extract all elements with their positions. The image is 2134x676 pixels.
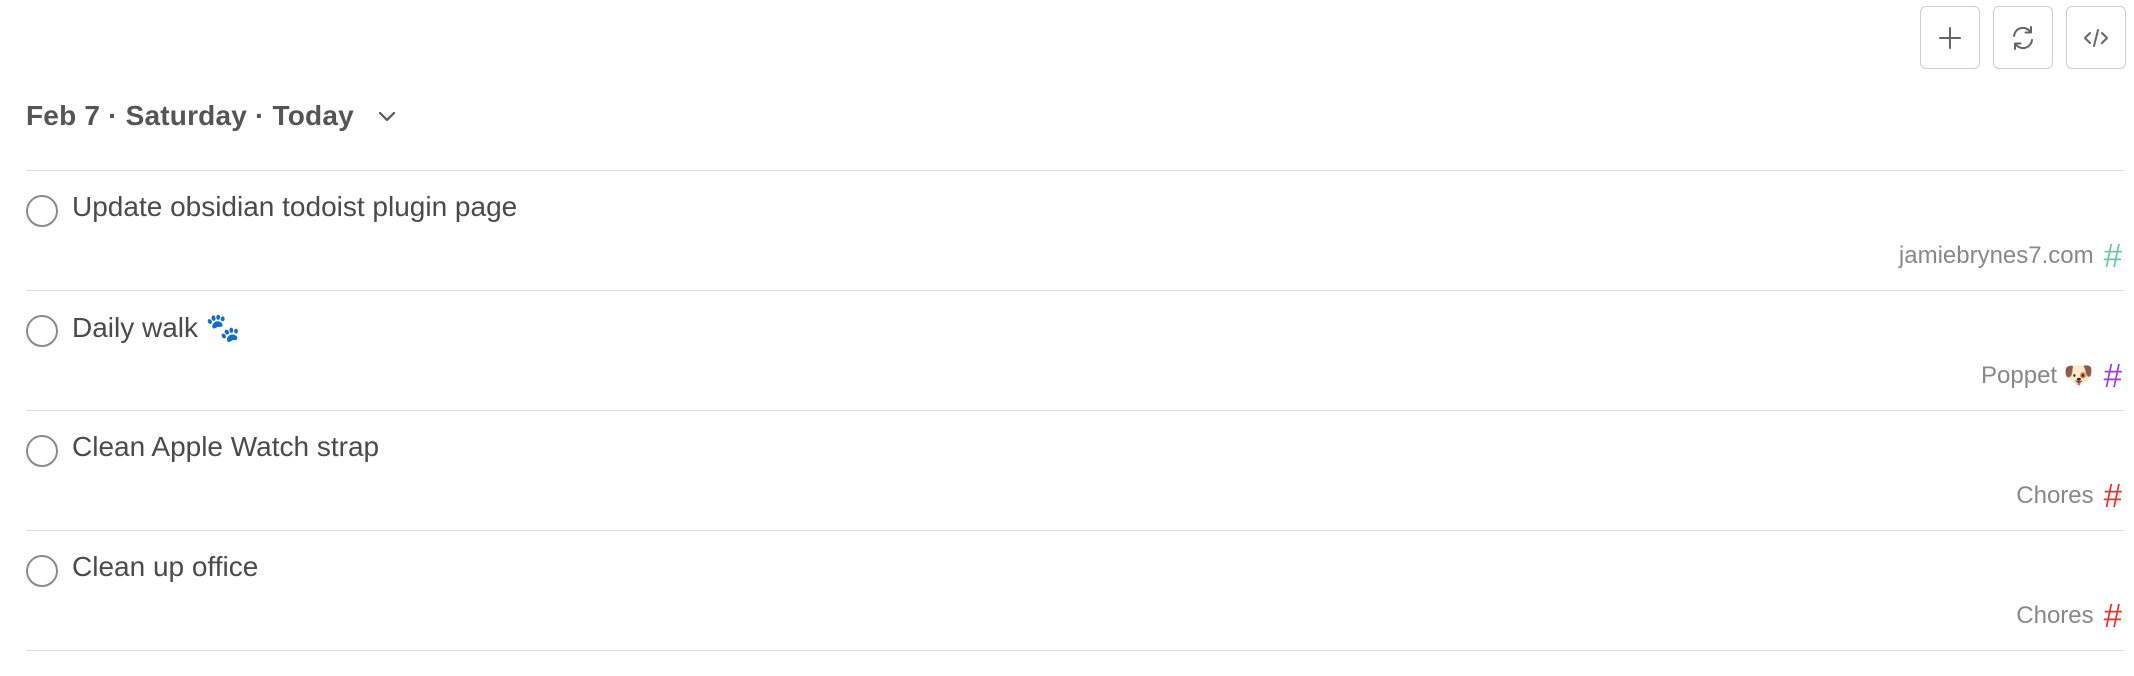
project-name: jamiebrynes7.com xyxy=(1898,241,2094,269)
task-title[interactable]: Daily walk 🐾 xyxy=(72,311,241,344)
task-list: Update obsidian todoist plugin page jami… xyxy=(26,170,2124,651)
task-item: Clean up office Chores # xyxy=(26,531,2124,651)
plus-icon xyxy=(1939,26,1961,49)
task-project: jamiebrynes7.com # xyxy=(1899,239,2122,272)
add-task-button[interactable] xyxy=(1920,6,1980,69)
task-project: Chores # xyxy=(2016,479,2122,512)
view-source-button[interactable] xyxy=(2066,6,2126,69)
project-hash-icon: # xyxy=(2103,597,2122,634)
task-item: Update obsidian todoist plugin page jami… xyxy=(26,171,2124,291)
date-group-header[interactable]: Feb 7 · Saturday · Today xyxy=(26,100,400,132)
task-item: Clean Apple Watch strap Chores # xyxy=(26,411,2124,531)
refresh-button[interactable] xyxy=(1993,6,2053,69)
task-complete-checkbox[interactable] xyxy=(26,555,58,587)
todoist-query-view: Feb 7 · Saturday · Today Update obsidian… xyxy=(0,0,2134,676)
project-name: Chores xyxy=(2016,601,2094,629)
project-hash-icon: # xyxy=(2103,357,2122,394)
task-title[interactable]: Clean up office xyxy=(72,551,258,583)
code-icon xyxy=(2084,28,2108,47)
project-name: Poppet 🐶 xyxy=(1981,362,2094,389)
date-group-title: Feb 7 · Saturday · Today xyxy=(26,100,354,131)
task-complete-checkbox[interactable] xyxy=(26,195,58,227)
task-project: Poppet 🐶 # xyxy=(1981,359,2122,392)
task-item: Daily walk 🐾 Poppet 🐶 # xyxy=(26,291,2124,411)
task-project: Chores # xyxy=(2016,599,2122,632)
project-hash-icon: # xyxy=(2103,237,2122,274)
refresh-icon xyxy=(2013,25,2033,50)
task-complete-checkbox[interactable] xyxy=(26,435,58,467)
task-title[interactable]: Clean Apple Watch strap xyxy=(72,431,379,463)
chevron-down-icon[interactable] xyxy=(374,103,400,129)
project-hash-icon: # xyxy=(2103,477,2122,514)
toolbar xyxy=(1920,6,2126,69)
project-name: Chores xyxy=(2016,481,2094,509)
task-title[interactable]: Update obsidian todoist plugin page xyxy=(72,191,517,223)
task-complete-checkbox[interactable] xyxy=(26,315,58,347)
